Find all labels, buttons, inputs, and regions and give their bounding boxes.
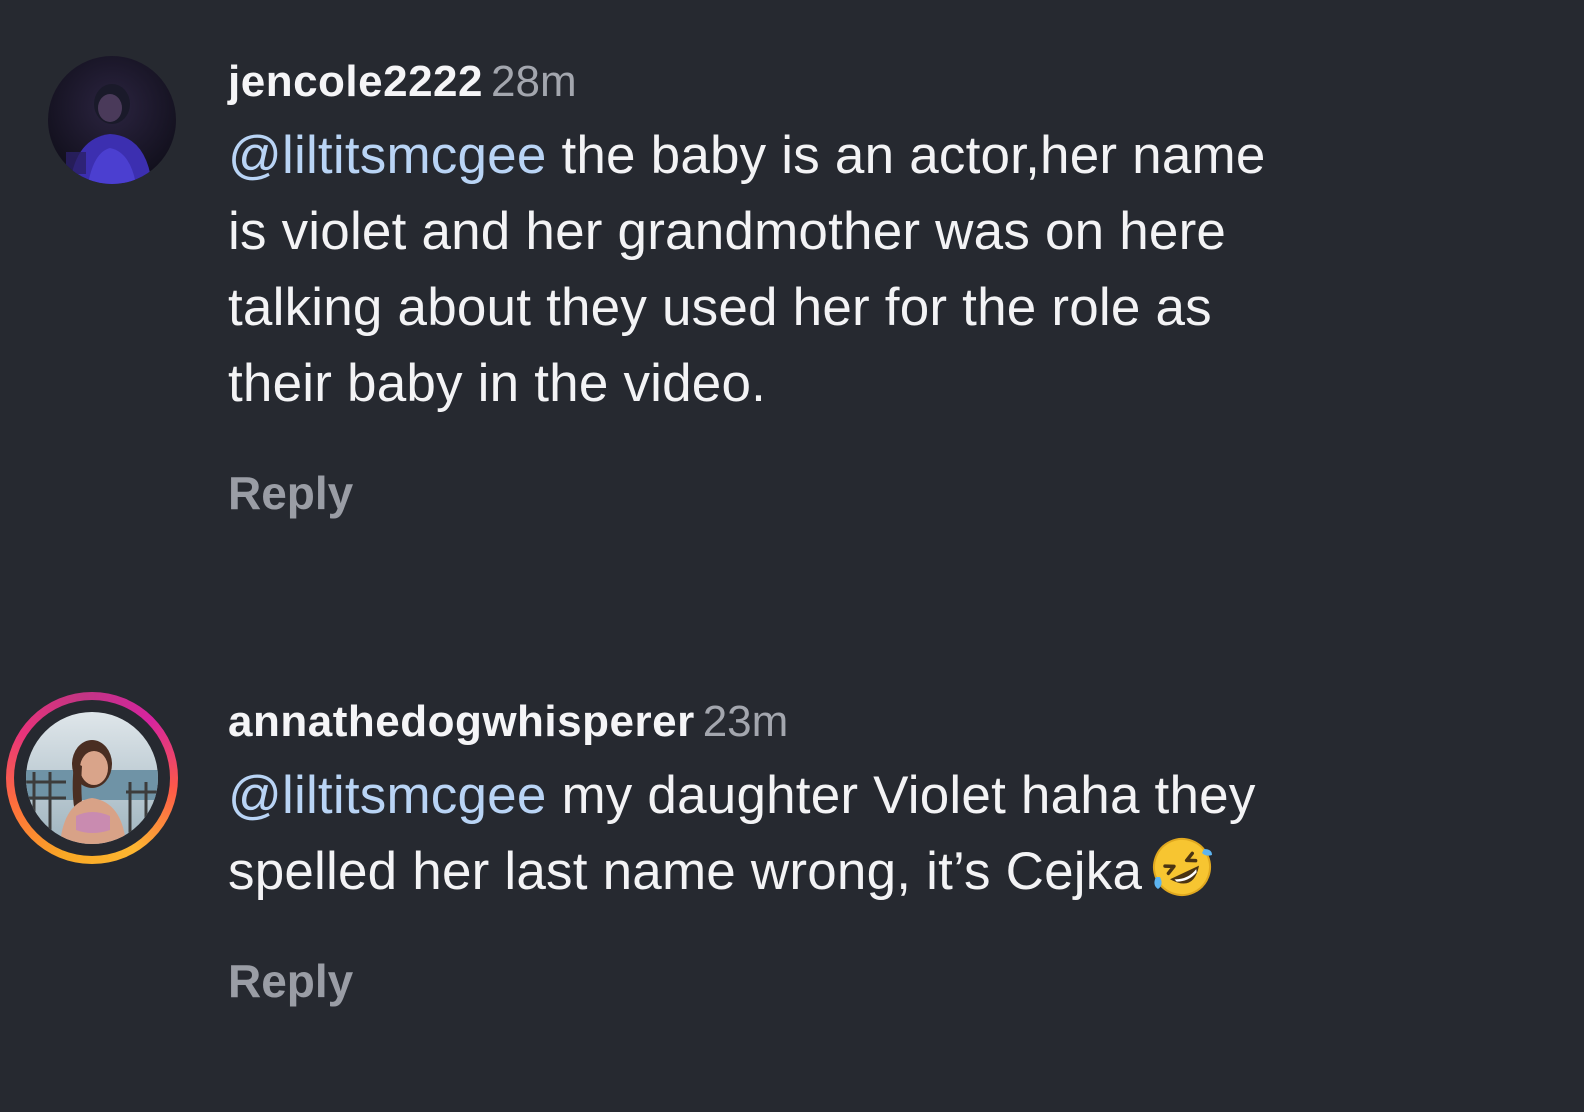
comment-content: jencole2222 28m @liltitsmcgee the baby is… xyxy=(228,52,1568,520)
comment-line: @liltitsmcgee the baby is an actor,her n… xyxy=(228,118,1568,194)
user-avatar-icon xyxy=(26,712,158,844)
comment-line: @liltitsmcgee my daughter Violet haha th… xyxy=(228,758,1568,834)
comment-line: is violet and her grandmother was on her… xyxy=(228,202,1227,261)
comment-line: talking about they used her for the role… xyxy=(228,278,1212,337)
avatar[interactable] xyxy=(6,692,178,864)
mention-link[interactable]: @liltitsmcgee xyxy=(228,766,547,825)
comment-line-text: the baby is an actor,her name xyxy=(546,126,1266,185)
comment-header: jencole2222 28m xyxy=(228,52,1568,112)
comment-line-text: spelled her last name wrong, it’s Cejka xyxy=(228,842,1143,901)
comment-text: @liltitsmcgee my daughter Violet haha th… xyxy=(228,758,1568,910)
user-avatar-icon xyxy=(48,56,176,184)
comment-line: spelled her last name wrong, it’s Cejka xyxy=(228,834,1568,910)
comment-text: @liltitsmcgee the baby is an actor,her n… xyxy=(228,118,1568,422)
story-ring[interactable] xyxy=(6,692,178,864)
timestamp: 23m xyxy=(702,697,789,746)
comment-content: annathedogwhisperer 23m @liltitsmcgee my … xyxy=(228,692,1568,1008)
comment-line-text: my daughter Violet haha they xyxy=(546,766,1256,825)
timestamp: 28m xyxy=(491,57,577,106)
comment-line: their baby in the video. xyxy=(228,354,767,413)
rolling-on-floor-laughing-emoji-icon xyxy=(1153,838,1213,896)
reply-button[interactable]: Reply xyxy=(228,466,353,520)
mention-link[interactable]: @liltitsmcgee xyxy=(228,126,547,185)
username[interactable]: annathedogwhisperer xyxy=(228,697,695,746)
avatar[interactable] xyxy=(48,56,176,184)
reply-button[interactable]: Reply xyxy=(228,954,353,1008)
comment-header: annathedogwhisperer 23m xyxy=(228,692,1568,752)
username[interactable]: jencole2222 xyxy=(228,57,483,106)
